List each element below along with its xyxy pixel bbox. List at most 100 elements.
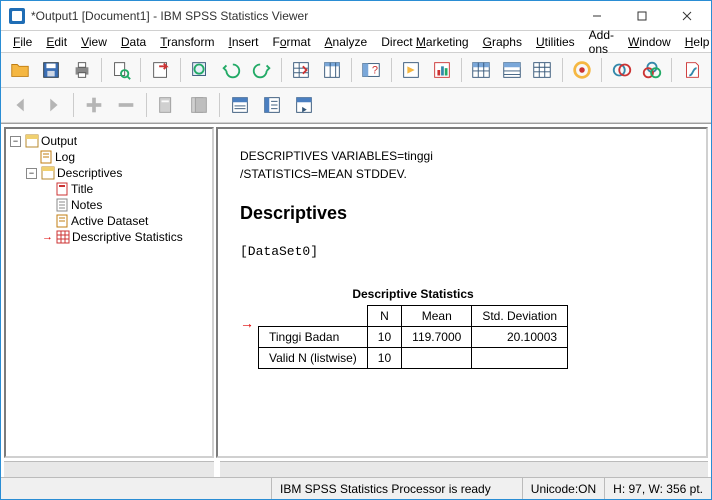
title-icon: [55, 182, 69, 196]
status-ready: IBM SPSS Statistics Processor is ready: [271, 478, 522, 499]
tree-descstat-label: Descriptive Statistics: [72, 230, 183, 244]
status-empty: [1, 478, 271, 499]
row-label: Valid N (listwise): [259, 348, 368, 369]
collapse-icon[interactable]: −: [10, 136, 21, 147]
redo-button[interactable]: [248, 56, 275, 84]
collapse-button[interactable]: [153, 91, 181, 119]
save-button[interactable]: [38, 56, 65, 84]
table-header-row: N Mean Std. Deviation: [259, 306, 568, 327]
table-icon: [56, 230, 70, 244]
menu-window[interactable]: Window: [622, 33, 677, 51]
collapse-icon[interactable]: −: [26, 168, 37, 179]
tree-notes[interactable]: Notes: [42, 197, 210, 213]
column-header: N: [367, 306, 401, 327]
select-last-button[interactable]: [398, 56, 425, 84]
menu-transform[interactable]: Transform: [154, 33, 220, 51]
tree-active-dataset-label: Active Dataset: [71, 214, 148, 228]
show-button[interactable]: [226, 91, 254, 119]
menu-edit[interactable]: Edit: [40, 33, 73, 51]
column-header: Mean: [402, 306, 472, 327]
cell-value: [472, 348, 568, 369]
tree-output[interactable]: − Output: [10, 133, 210, 149]
menu-help[interactable]: Help: [679, 33, 712, 51]
output-icon: [25, 134, 39, 148]
section-title: Descriptives: [240, 203, 684, 224]
maximize-button[interactable]: [619, 2, 664, 30]
goto-case-button[interactable]: [318, 56, 345, 84]
tree-active-dataset[interactable]: Active Dataset: [42, 213, 210, 229]
cell-value: 119.7000: [402, 327, 472, 348]
designate-window-button[interactable]: [569, 56, 596, 84]
table-row[interactable]: Tinggi Badan 10 119.7000 20.10003: [259, 327, 568, 348]
tree-descriptives[interactable]: − Descriptives: [26, 165, 210, 181]
column-header: Std. Deviation: [472, 306, 568, 327]
output-content[interactable]: DESCRIPTIVES VARIABLES=tinggi /STATISTIC…: [216, 127, 708, 458]
content-scrollbar[interactable]: [220, 461, 708, 477]
selected-arrow-icon: →: [240, 315, 254, 331]
log-icon: [39, 150, 53, 164]
cell-value: 20.10003: [472, 327, 568, 348]
open-button[interactable]: [7, 56, 34, 84]
back-button[interactable]: [7, 91, 35, 119]
status-dimensions: H: 97, W: 356 pt.: [604, 478, 711, 499]
close-button[interactable]: [664, 2, 709, 30]
tree-notes-label: Notes: [71, 198, 102, 212]
script-button[interactable]: [678, 56, 705, 84]
run-chart-button[interactable]: [428, 56, 455, 84]
menu-format[interactable]: Format: [267, 33, 317, 51]
notes-icon: [55, 198, 69, 212]
cell-value: 10: [367, 327, 401, 348]
menu-insert[interactable]: Insert: [222, 33, 264, 51]
circle-b-button[interactable]: [639, 56, 666, 84]
app-icon: [9, 8, 25, 24]
hide-button[interactable]: [258, 91, 286, 119]
menu-utilities[interactable]: Utilities: [530, 33, 581, 51]
tree-descriptive-statistics[interactable]: → Descriptive Statistics: [42, 229, 210, 245]
tree-log-label: Log: [55, 150, 75, 164]
insert-heading-button[interactable]: [468, 56, 495, 84]
export-button[interactable]: [147, 56, 174, 84]
column-header: [259, 306, 368, 327]
cell-value: 10: [367, 348, 401, 369]
circle-a-button[interactable]: [608, 56, 635, 84]
menu-data[interactable]: Data: [115, 33, 152, 51]
window-title: *Output1 [Document1] - IBM SPSS Statisti…: [31, 9, 574, 23]
expand-button[interactable]: [185, 91, 213, 119]
menu-file[interactable]: File: [7, 33, 38, 51]
variables-button[interactable]: ?: [358, 56, 385, 84]
cell-value: [402, 348, 472, 369]
tree-output-label: Output: [41, 134, 77, 148]
insert-title-button[interactable]: [498, 56, 525, 84]
tree-scrollbar[interactable]: [4, 461, 214, 477]
tree-title[interactable]: Title: [42, 181, 210, 197]
print-button[interactable]: [68, 56, 95, 84]
svg-text:?: ?: [372, 65, 378, 77]
undo-button[interactable]: [218, 56, 245, 84]
descriptive-statistics-table[interactable]: N Mean Std. Deviation Tinggi Badan 10 11…: [258, 305, 568, 369]
table-row[interactable]: Valid N (listwise) 10: [259, 348, 568, 369]
dataset-label: [DataSet0]: [240, 244, 684, 259]
recall-dialog-button[interactable]: [187, 56, 214, 84]
menu-directmarketing[interactable]: Direct Marketing: [375, 33, 474, 51]
menu-graphs[interactable]: Graphs: [477, 33, 528, 51]
print-preview-button[interactable]: [108, 56, 135, 84]
menu-view[interactable]: View: [75, 33, 113, 51]
folder-icon: [41, 166, 55, 180]
menu-analyze[interactable]: Analyze: [319, 33, 374, 51]
goto-data-button[interactable]: [288, 56, 315, 84]
insert-text-button[interactable]: [529, 56, 556, 84]
selected-arrow-icon: →: [42, 231, 53, 243]
demote-button[interactable]: [112, 91, 140, 119]
syntax-block: DESCRIPTIVES VARIABLES=tinggi /STATISTIC…: [240, 147, 684, 183]
tree-log[interactable]: Log: [26, 149, 210, 165]
insert-button[interactable]: [290, 91, 318, 119]
dataset-icon: [55, 214, 69, 228]
table-caption: Descriptive Statistics: [258, 287, 568, 305]
tree-title-label: Title: [71, 182, 93, 196]
toolbar-1: ?: [1, 53, 711, 88]
forward-button[interactable]: [39, 91, 67, 119]
promote-button[interactable]: [80, 91, 108, 119]
outline-tree[interactable]: − Output Log − Descriptives: [4, 127, 214, 458]
app-window: *Output1 [Document1] - IBM SPSS Statisti…: [0, 0, 712, 500]
syntax-line: DESCRIPTIVES VARIABLES=tinggi: [240, 147, 684, 165]
